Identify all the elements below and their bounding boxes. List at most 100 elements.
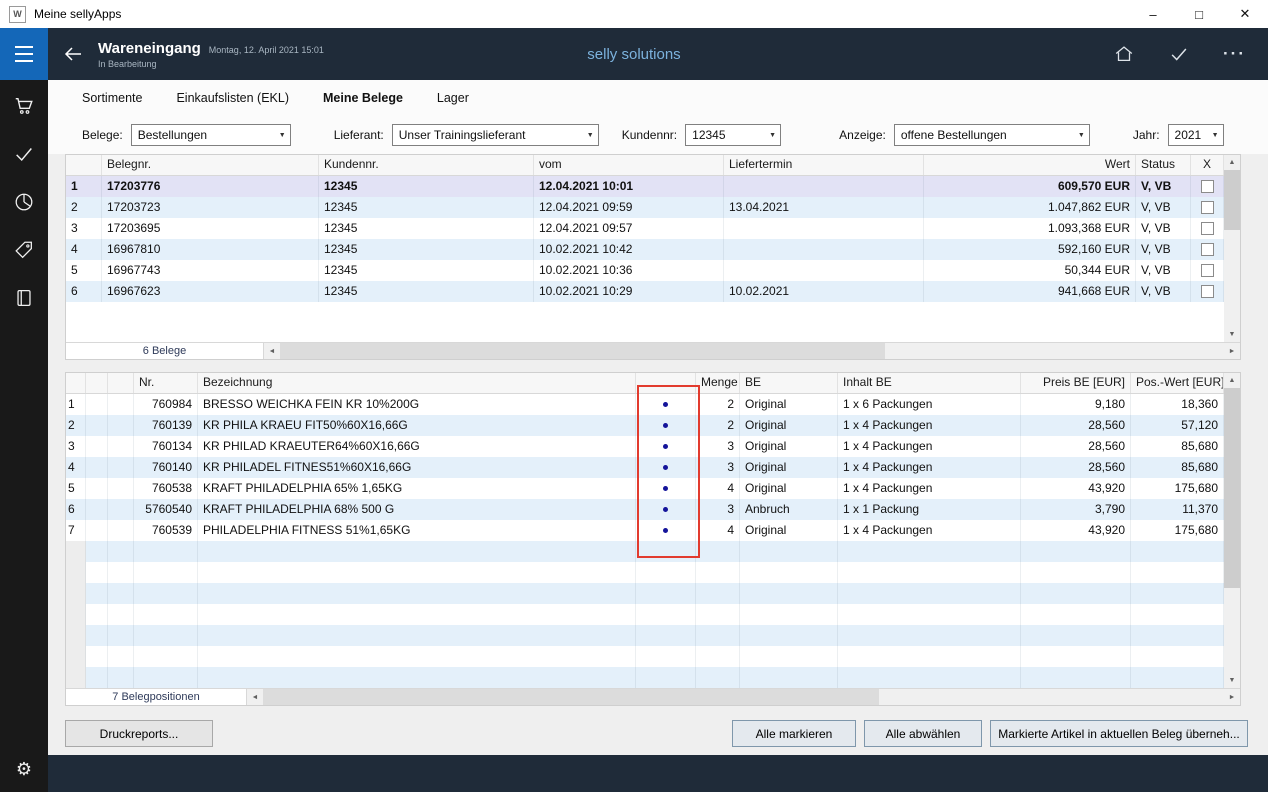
position-row[interactable]: 4760140KR PHILADEL FITNES51%60X16,66G3Or… <box>66 457 1224 478</box>
row-checkbox[interactable] <box>1201 180 1214 193</box>
scroll-right-icon[interactable]: ► <box>1224 348 1240 355</box>
anzeige-dropdown[interactable]: offene Bestellungen ▼ <box>894 124 1090 146</box>
scroll-left-icon[interactable]: ◄ <box>247 694 263 701</box>
empty-row[interactable] <box>66 562 1224 583</box>
scroll-down-icon[interactable]: ▼ <box>1229 673 1236 688</box>
menu-button[interactable] <box>0 28 48 80</box>
close-button[interactable]: ✕ <box>1222 0 1268 28</box>
column-header: Inhalt BE <box>838 373 1021 393</box>
empty-row[interactable] <box>66 541 1224 562</box>
cell-artikelnr <box>134 541 198 562</box>
scroll-thumb[interactable] <box>263 689 879 705</box>
position-row[interactable]: 2760139KR PHILA KRAEU FIT50%60X16,66G2Or… <box>66 415 1224 436</box>
cell-pos-wert <box>1131 646 1224 667</box>
home-button[interactable] <box>1113 43 1135 65</box>
scroll-down-icon[interactable]: ▼ <box>1229 327 1236 342</box>
cell-select <box>1191 239 1224 260</box>
cell-pos-wert <box>1131 667 1224 688</box>
cell-blank <box>86 667 108 688</box>
settings-button[interactable]: ⚙ <box>16 759 32 780</box>
cell-pos-wert: 18,360 <box>1131 394 1224 415</box>
empty-row[interactable] <box>66 646 1224 667</box>
cell-blank <box>86 541 108 562</box>
order-row[interactable]: 2172037231234512.04.2021 09:5913.04.2021… <box>66 197 1224 218</box>
cell-artikelnr: 760140 <box>134 457 198 478</box>
alle-markieren-button[interactable]: Alle markieren <box>732 720 856 747</box>
cell-wert: 1.047,862 EUR <box>924 197 1136 218</box>
confirm-button[interactable] <box>1168 43 1190 65</box>
cell-preis-be: 28,560 <box>1021 436 1131 457</box>
sidebar-item-statistics[interactable] <box>0 190 48 214</box>
empty-row[interactable] <box>66 604 1224 625</box>
app-header: Wareneingang Montag, 12. April 2021 15:0… <box>0 28 1268 80</box>
positions-horizontal-scrollbar[interactable]: ◄ ► <box>247 689 1240 705</box>
positions-panel: Nr.BezeichnungMengeBEInhalt BEPreis BE [… <box>65 372 1241 706</box>
cell-be: Original <box>740 457 838 478</box>
order-row[interactable]: 6169676231234510.02.2021 10:2910.02.2021… <box>66 281 1224 302</box>
cell-blank <box>108 436 134 457</box>
cell-bezeichnung <box>198 541 636 562</box>
sidebar-item-cart[interactable] <box>0 94 48 118</box>
back-arrow-icon <box>61 42 85 66</box>
empty-row[interactable] <box>66 625 1224 646</box>
orders-vertical-scrollbar[interactable]: ▲ ▼ <box>1224 155 1240 342</box>
minimize-button[interactable]: – <box>1130 0 1176 28</box>
scroll-up-icon[interactable]: ▲ <box>1229 155 1236 170</box>
tab-bar: Sortimente Einkaufslisten (EKL) Meine Be… <box>48 80 1268 116</box>
scroll-thumb[interactable] <box>280 343 885 359</box>
sidebar-item-catalog[interactable] <box>0 286 48 310</box>
positions-vertical-scrollbar[interactable]: ▲ ▼ <box>1224 373 1240 688</box>
row-number <box>66 625 86 646</box>
cell-blank <box>108 583 134 604</box>
tab-sortimente[interactable]: Sortimente <box>82 91 142 105</box>
cell-marker <box>636 541 696 562</box>
lieferant-dropdown[interactable]: Unser Trainingslieferant ▼ <box>392 124 599 146</box>
tab-lager[interactable]: Lager <box>437 91 469 105</box>
order-row[interactable]: 3172036951234512.04.2021 09:571.093,368 … <box>66 218 1224 239</box>
order-row[interactable]: 4169678101234510.02.2021 10:42592,160 EU… <box>66 239 1224 260</box>
sidebar-item-tasks[interactable] <box>0 142 48 166</box>
maximize-button[interactable]: □ <box>1176 0 1222 28</box>
tab-meine-belege[interactable]: Meine Belege <box>323 91 403 105</box>
row-checkbox[interactable] <box>1201 264 1214 277</box>
empty-row[interactable] <box>66 583 1224 604</box>
cell-preis-be <box>1021 625 1131 646</box>
tab-einkaufslisten[interactable]: Einkaufslisten (EKL) <box>176 91 289 105</box>
sidebar-item-prices[interactable] <box>0 238 48 262</box>
position-row[interactable]: 65760540KRAFT PHILADELPHIA 68% 500 G3Anb… <box>66 499 1224 520</box>
scroll-thumb[interactable] <box>1224 388 1240 588</box>
orders-footer: 6 Belege ◄ ► <box>66 342 1240 359</box>
cell-inhalt-be <box>838 625 1021 646</box>
cell-blank <box>86 625 108 646</box>
back-button[interactable] <box>61 42 85 66</box>
orders-horizontal-scrollbar[interactable]: ◄ ► <box>264 343 1240 359</box>
row-checkbox[interactable] <box>1201 285 1214 298</box>
position-row[interactable]: 7760539PHILADELPHIA FITNESS 51%1,65KG4Or… <box>66 520 1224 541</box>
row-checkbox[interactable] <box>1201 222 1214 235</box>
row-number: 1 <box>66 394 86 415</box>
alle-abwaehlen-button[interactable]: Alle abwählen <box>864 720 982 747</box>
more-options-button[interactable]: ··· <box>1223 49 1246 59</box>
cell-preis-be: 28,560 <box>1021 457 1131 478</box>
cell-select <box>1191 176 1224 197</box>
position-row[interactable]: 1760984BRESSO WEICHKA FEIN KR 10%200G2Or… <box>66 394 1224 415</box>
druckreports-button[interactable]: Druckreports... <box>65 720 213 747</box>
order-row[interactable]: 5169677431234510.02.2021 10:3650,344 EUR… <box>66 260 1224 281</box>
row-checkbox[interactable] <box>1201 201 1214 214</box>
position-row[interactable]: 5760538KRAFT PHILADELPHIA 65% 1,65KG4Ori… <box>66 478 1224 499</box>
kundennr-dropdown[interactable]: 12345 ▼ <box>685 124 781 146</box>
row-checkbox[interactable] <box>1201 243 1214 256</box>
scroll-thumb[interactable] <box>1224 170 1240 230</box>
scroll-left-icon[interactable]: ◄ <box>264 348 280 355</box>
scroll-up-icon[interactable]: ▲ <box>1229 373 1236 388</box>
cell-blank <box>86 457 108 478</box>
order-row[interactable]: 1172037761234512.04.2021 10:01609,570 EU… <box>66 176 1224 197</box>
position-row[interactable]: 3760134KR PHILAD KRAEUTER64%60X16,66G3Or… <box>66 436 1224 457</box>
scroll-right-icon[interactable]: ► <box>1224 694 1240 701</box>
empty-row[interactable] <box>66 667 1224 688</box>
belege-dropdown[interactable]: Bestellungen ▼ <box>131 124 291 146</box>
window-controls: – □ ✕ <box>1130 0 1268 28</box>
cell-bezeichnung <box>198 625 636 646</box>
jahr-dropdown[interactable]: 2021 ▼ <box>1168 124 1224 146</box>
uebernehmen-button[interactable]: Markierte Artikel in aktuellen Beleg übe… <box>990 720 1248 747</box>
